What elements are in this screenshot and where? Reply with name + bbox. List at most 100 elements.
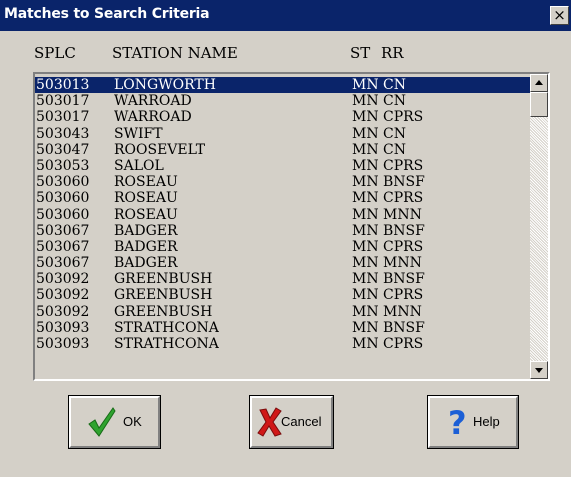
scroll-up-button[interactable] bbox=[530, 74, 548, 92]
splc-cell: 503060 bbox=[36, 174, 90, 191]
question-icon: ? bbox=[448, 406, 467, 440]
splc-cell: 503060 bbox=[36, 206, 90, 223]
railroad-cell: MNN bbox=[383, 303, 422, 320]
splc-cell: 503017 bbox=[36, 93, 90, 110]
splc-cell: 503067 bbox=[36, 255, 90, 272]
state-cell: MN bbox=[352, 174, 379, 191]
column-header-st: ST bbox=[350, 44, 371, 62]
state-cell: MN bbox=[352, 271, 379, 288]
railroad-cell: BNSF bbox=[383, 271, 425, 288]
railroad-cell: CPRS bbox=[383, 287, 424, 304]
list-item[interactable]: 503013 LONGWORTH MN CN bbox=[35, 77, 530, 94]
splc-cell: 503060 bbox=[36, 190, 90, 207]
ok-button[interactable]: OK bbox=[68, 395, 161, 449]
help-button-label: Help bbox=[473, 414, 500, 429]
list-item[interactable]: 503093 STRATHCONA MN CPRS bbox=[35, 336, 530, 352]
list-item[interactable]: 503067 BADGER MN BNSF bbox=[35, 223, 530, 239]
help-button[interactable]: ? Help bbox=[427, 395, 519, 449]
state-cell: MN bbox=[352, 206, 379, 223]
column-header-station-name: STATION NAME bbox=[112, 44, 238, 62]
close-button[interactable]: × bbox=[550, 6, 569, 25]
window-title: Matches to Search Criteria bbox=[4, 6, 210, 22]
column-header-rr: RR bbox=[381, 44, 404, 62]
state-cell: MN bbox=[352, 109, 379, 126]
state-cell: MN bbox=[352, 157, 379, 174]
railroad-cell: MNN bbox=[383, 206, 422, 223]
state-cell: MN bbox=[352, 77, 379, 93]
state-cell: MN bbox=[352, 287, 379, 304]
state-cell: MN bbox=[352, 141, 379, 158]
railroad-cell: BNSF bbox=[383, 222, 425, 239]
station-name-cell: STRATHCONA bbox=[114, 319, 219, 336]
station-name-cell: SALOL bbox=[114, 157, 164, 174]
state-cell: MN bbox=[352, 336, 379, 352]
state-cell: MN bbox=[352, 222, 379, 239]
state-cell: MN bbox=[352, 190, 379, 207]
station-name-cell: WARROAD bbox=[114, 109, 192, 126]
x-icon bbox=[257, 407, 282, 437]
splc-cell: 503067 bbox=[36, 222, 90, 239]
list-item[interactable]: 503047 ROOSEVELT MN CN bbox=[35, 142, 530, 158]
station-name-cell: ROOSEVELT bbox=[114, 141, 206, 158]
splc-cell: 503092 bbox=[36, 287, 90, 304]
state-cell: MN bbox=[352, 255, 379, 272]
station-name-cell: SWIFT bbox=[114, 125, 163, 142]
list-item[interactable]: 503067 BADGER MN CPRS bbox=[35, 239, 530, 255]
scroll-thumb[interactable] bbox=[530, 92, 548, 117]
list-item[interactable]: 503017 WARROAD MN CPRS bbox=[35, 109, 530, 125]
state-cell: MN bbox=[352, 238, 379, 255]
state-cell: MN bbox=[352, 125, 379, 142]
results-rows: 503013 LONGWORTH MN CN 503017 WARROAD MN CN 5030… bbox=[35, 77, 530, 352]
splc-cell: 503047 bbox=[36, 141, 90, 158]
cancel-button[interactable]: Cancel bbox=[249, 395, 334, 449]
list-item[interactable]: 503067 BADGER MN MNN bbox=[35, 255, 530, 271]
state-cell: MN bbox=[352, 93, 379, 110]
column-header-splc: SPLC bbox=[34, 44, 76, 62]
list-item[interactable]: 503060 ROSEAU MN MNN bbox=[35, 207, 530, 223]
title-bar: Matches to Search Criteria bbox=[0, 0, 571, 31]
ok-button-label: OK bbox=[123, 414, 142, 429]
list-item[interactable]: 503093 STRATHCONA MN BNSF bbox=[35, 320, 530, 336]
list-item[interactable]: 503092 GREENBUSH MN CPRS bbox=[35, 287, 530, 303]
splc-cell: 503092 bbox=[36, 271, 90, 288]
splc-cell: 503053 bbox=[36, 157, 90, 174]
splc-cell: 503067 bbox=[36, 238, 90, 255]
railroad-cell: CPRS bbox=[383, 190, 424, 207]
state-cell: MN bbox=[352, 319, 379, 336]
results-listbox[interactable]: 503013 LONGWORTH MN CN 503017 WARROAD MN CN 5030… bbox=[33, 72, 550, 381]
vertical-scrollbar[interactable] bbox=[530, 74, 548, 379]
station-name-cell: GREENBUSH bbox=[114, 287, 213, 304]
scroll-down-arrow-icon bbox=[535, 368, 543, 373]
list-item[interactable]: 503060 ROSEAU MN BNSF bbox=[35, 174, 530, 190]
list-item[interactable]: 503092 GREENBUSH MN MNN bbox=[35, 304, 530, 320]
list-item[interactable]: 503092 GREENBUSH MN BNSF bbox=[35, 271, 530, 287]
railroad-cell: CPRS bbox=[383, 336, 424, 352]
svg-text:?: ? bbox=[448, 406, 467, 440]
splc-cell: 503093 bbox=[36, 336, 90, 352]
railroad-cell: CPRS bbox=[383, 238, 424, 255]
railroad-cell: BNSF bbox=[383, 174, 425, 191]
state-cell: MN bbox=[352, 303, 379, 320]
station-name-cell: ROSEAU bbox=[114, 206, 178, 223]
station-name-cell: BADGER bbox=[114, 255, 178, 272]
splc-cell: 503092 bbox=[36, 303, 90, 320]
list-item[interactable]: 503043 SWIFT MN CN bbox=[35, 126, 530, 142]
railroad-cell: CN bbox=[383, 93, 406, 110]
railroad-cell: CPRS bbox=[383, 109, 424, 126]
railroad-cell: CN bbox=[383, 125, 406, 142]
scroll-down-button[interactable] bbox=[530, 361, 548, 379]
station-name-cell: ROSEAU bbox=[114, 174, 178, 191]
station-name-cell: STRATHCONA bbox=[114, 336, 219, 352]
splc-cell: 503017 bbox=[36, 109, 90, 126]
railroad-cell: BNSF bbox=[383, 319, 425, 336]
list-item[interactable]: 503060 ROSEAU MN CPRS bbox=[35, 190, 530, 206]
checkmark-icon bbox=[88, 407, 116, 437]
list-item[interactable]: 503017 WARROAD MN CN bbox=[35, 93, 530, 109]
list-item[interactable]: 503053 SALOL MN CPRS bbox=[35, 158, 530, 174]
station-name-cell: BADGER bbox=[114, 222, 178, 239]
station-name-cell: BADGER bbox=[114, 238, 178, 255]
station-name-cell: ROSEAU bbox=[114, 190, 178, 207]
splc-cell: 503043 bbox=[36, 125, 90, 142]
splc-cell: 503013 bbox=[36, 77, 90, 93]
station-name-cell: GREENBUSH bbox=[114, 303, 213, 320]
